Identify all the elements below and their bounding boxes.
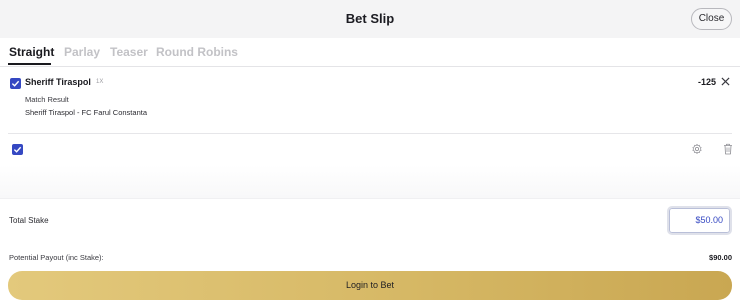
bet-team-code: 1X (96, 79, 104, 85)
bet-event: Sheriff Tiraspol - FC Farul Constanta (25, 108, 147, 117)
tab-round-robins[interactable]: Round Robins (156, 45, 238, 59)
close-icon[interactable] (721, 77, 730, 86)
potential-payout-value: $90.00 (709, 253, 732, 262)
bet-slip-header: Bet Slip Close (0, 0, 740, 38)
close-button[interactable]: Close (691, 8, 732, 30)
tab-parlay[interactable]: Parlay (64, 45, 100, 59)
bet-odds: -125 (697, 77, 716, 87)
bet-select-checkbox[interactable] (10, 78, 21, 89)
bet-type-tabs: Straight Parlay Teaser Round Robins (0, 38, 740, 67)
tab-teaser[interactable]: Teaser (110, 45, 148, 59)
total-stake-label: Total Stake (9, 216, 49, 225)
gear-icon[interactable] (691, 143, 703, 155)
page-title: Bet Slip (345, 11, 395, 26)
login-to-bet-button[interactable]: Login to Bet (8, 271, 732, 300)
select-all-checkbox[interactable] (12, 144, 23, 155)
check-icon (11, 80, 20, 87)
check-icon (13, 146, 22, 153)
bet-team-name: Sheriff Tiraspol (25, 77, 91, 87)
bet-market: Match Result (25, 95, 69, 104)
stake-input[interactable]: $50.00 (667, 206, 732, 235)
active-tab-indicator (8, 63, 51, 65)
tab-straight[interactable]: Straight (9, 45, 54, 59)
potential-payout-label: Potential Payout (inc Stake): (9, 253, 104, 262)
fade-separator (0, 165, 740, 198)
trash-icon[interactable] (723, 143, 733, 155)
divider (8, 133, 732, 134)
